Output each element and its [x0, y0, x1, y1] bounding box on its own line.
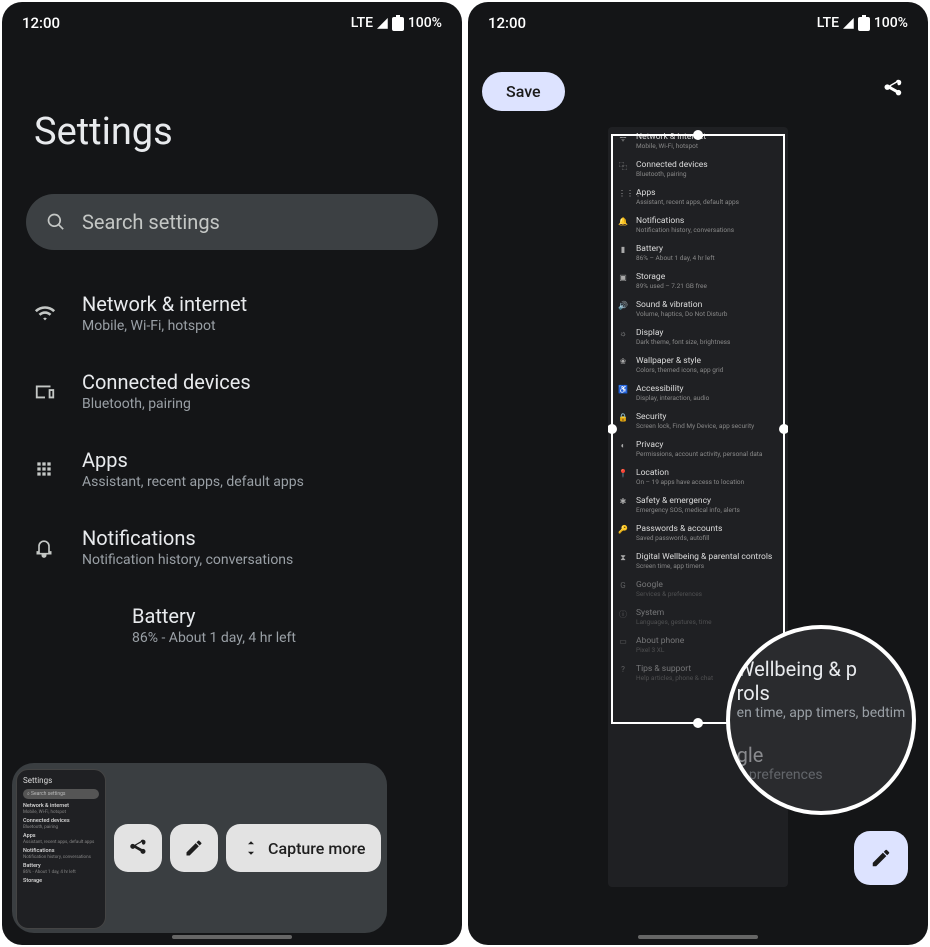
share-button[interactable] — [114, 824, 162, 872]
magnifier: Wellbeing & p rols en time, app timers, … — [726, 625, 916, 815]
mag-line1-title2: rols — [737, 681, 770, 705]
crop-handle-top[interactable] — [693, 130, 703, 140]
signal-icon: ◢ — [377, 15, 388, 31]
devices-icon — [34, 380, 58, 402]
mag-line1-title: Wellbeing & p — [737, 657, 857, 681]
status-time: 12:00 — [22, 14, 60, 32]
item-sub: 86% - About 1 day, 4 hr left — [82, 630, 430, 646]
screenshot-toast: Settings ⌕ Search settings Network & int… — [12, 763, 387, 933]
capture-more-label: Capture more — [268, 839, 365, 858]
mag-line2-title: gle — [737, 743, 764, 767]
edit-fab[interactable] — [854, 831, 908, 885]
settings-item-battery[interactable]: Battery 86% - About 1 day, 4 hr left — [2, 586, 462, 664]
capture-more-button[interactable]: Capture more — [226, 824, 381, 872]
item-title: Network & internet — [82, 292, 430, 316]
status-right: LTE ◢ 100% — [817, 15, 908, 31]
signal-icon: ◢ — [843, 15, 854, 31]
search-placeholder: Search settings — [82, 210, 220, 234]
status-time: 12:00 — [488, 14, 526, 32]
screenshot-thumbnail[interactable]: Settings ⌕ Search settings Network & int… — [16, 769, 106, 929]
battery-icon — [858, 15, 870, 31]
mag-line2-sub: & preferences — [737, 767, 823, 783]
status-lte: LTE — [817, 15, 839, 31]
item-title: Apps — [82, 448, 430, 472]
status-bar: 12:00 LTE ◢ 100% — [468, 2, 928, 40]
settings-item-apps[interactable]: Apps Assistant, recent apps, default app… — [2, 430, 462, 508]
share-button[interactable] — [882, 78, 904, 100]
mag-line1-sub: en time, app timers, bedtim — [737, 705, 906, 721]
wifi-icon — [34, 302, 58, 324]
home-indicator — [638, 935, 758, 939]
item-sub: Notification history, conversations — [82, 552, 430, 568]
apps-icon — [34, 459, 58, 479]
search-icon — [46, 212, 66, 232]
home-indicator — [172, 935, 292, 939]
crop-handle-bottom[interactable] — [693, 718, 703, 728]
status-right: LTE ◢ 100% — [351, 15, 442, 31]
search-input[interactable]: Search settings — [26, 194, 438, 250]
phone-right-capture-editor: 12:00 LTE ◢ 100% Save ᯤNetwork & interne… — [468, 2, 928, 945]
phone-left-settings: 12:00 LTE ◢ 100% Settings Search setting… — [2, 2, 462, 945]
battery-icon — [392, 15, 404, 31]
item-sub: Bluetooth, pairing — [82, 396, 430, 412]
bell-icon — [34, 536, 58, 558]
settings-item-connected[interactable]: Connected devices Bluetooth, pairing — [2, 352, 462, 430]
item-sub: Assistant, recent apps, default apps — [82, 474, 430, 490]
item-title: Connected devices — [82, 370, 430, 394]
status-battery: 100% — [874, 15, 908, 31]
item-sub: Mobile, Wi-Fi, hotspot — [82, 318, 430, 334]
item-title: Battery — [82, 604, 430, 628]
edit-button[interactable] — [170, 824, 218, 872]
status-lte: LTE — [351, 15, 373, 31]
item-title: Notifications — [82, 526, 430, 550]
settings-list: Network & internet Mobile, Wi-Fi, hotspo… — [2, 250, 462, 688]
save-button[interactable]: Save — [482, 72, 565, 111]
crop-frame[interactable] — [611, 134, 785, 724]
settings-item-network[interactable]: Network & internet Mobile, Wi-Fi, hotspo… — [2, 274, 462, 352]
settings-item-notifications[interactable]: Notifications Notification history, conv… — [2, 508, 462, 586]
page-title: Settings — [2, 40, 462, 194]
status-bar: 12:00 LTE ◢ 100% — [2, 2, 462, 40]
status-battery: 100% — [408, 15, 442, 31]
